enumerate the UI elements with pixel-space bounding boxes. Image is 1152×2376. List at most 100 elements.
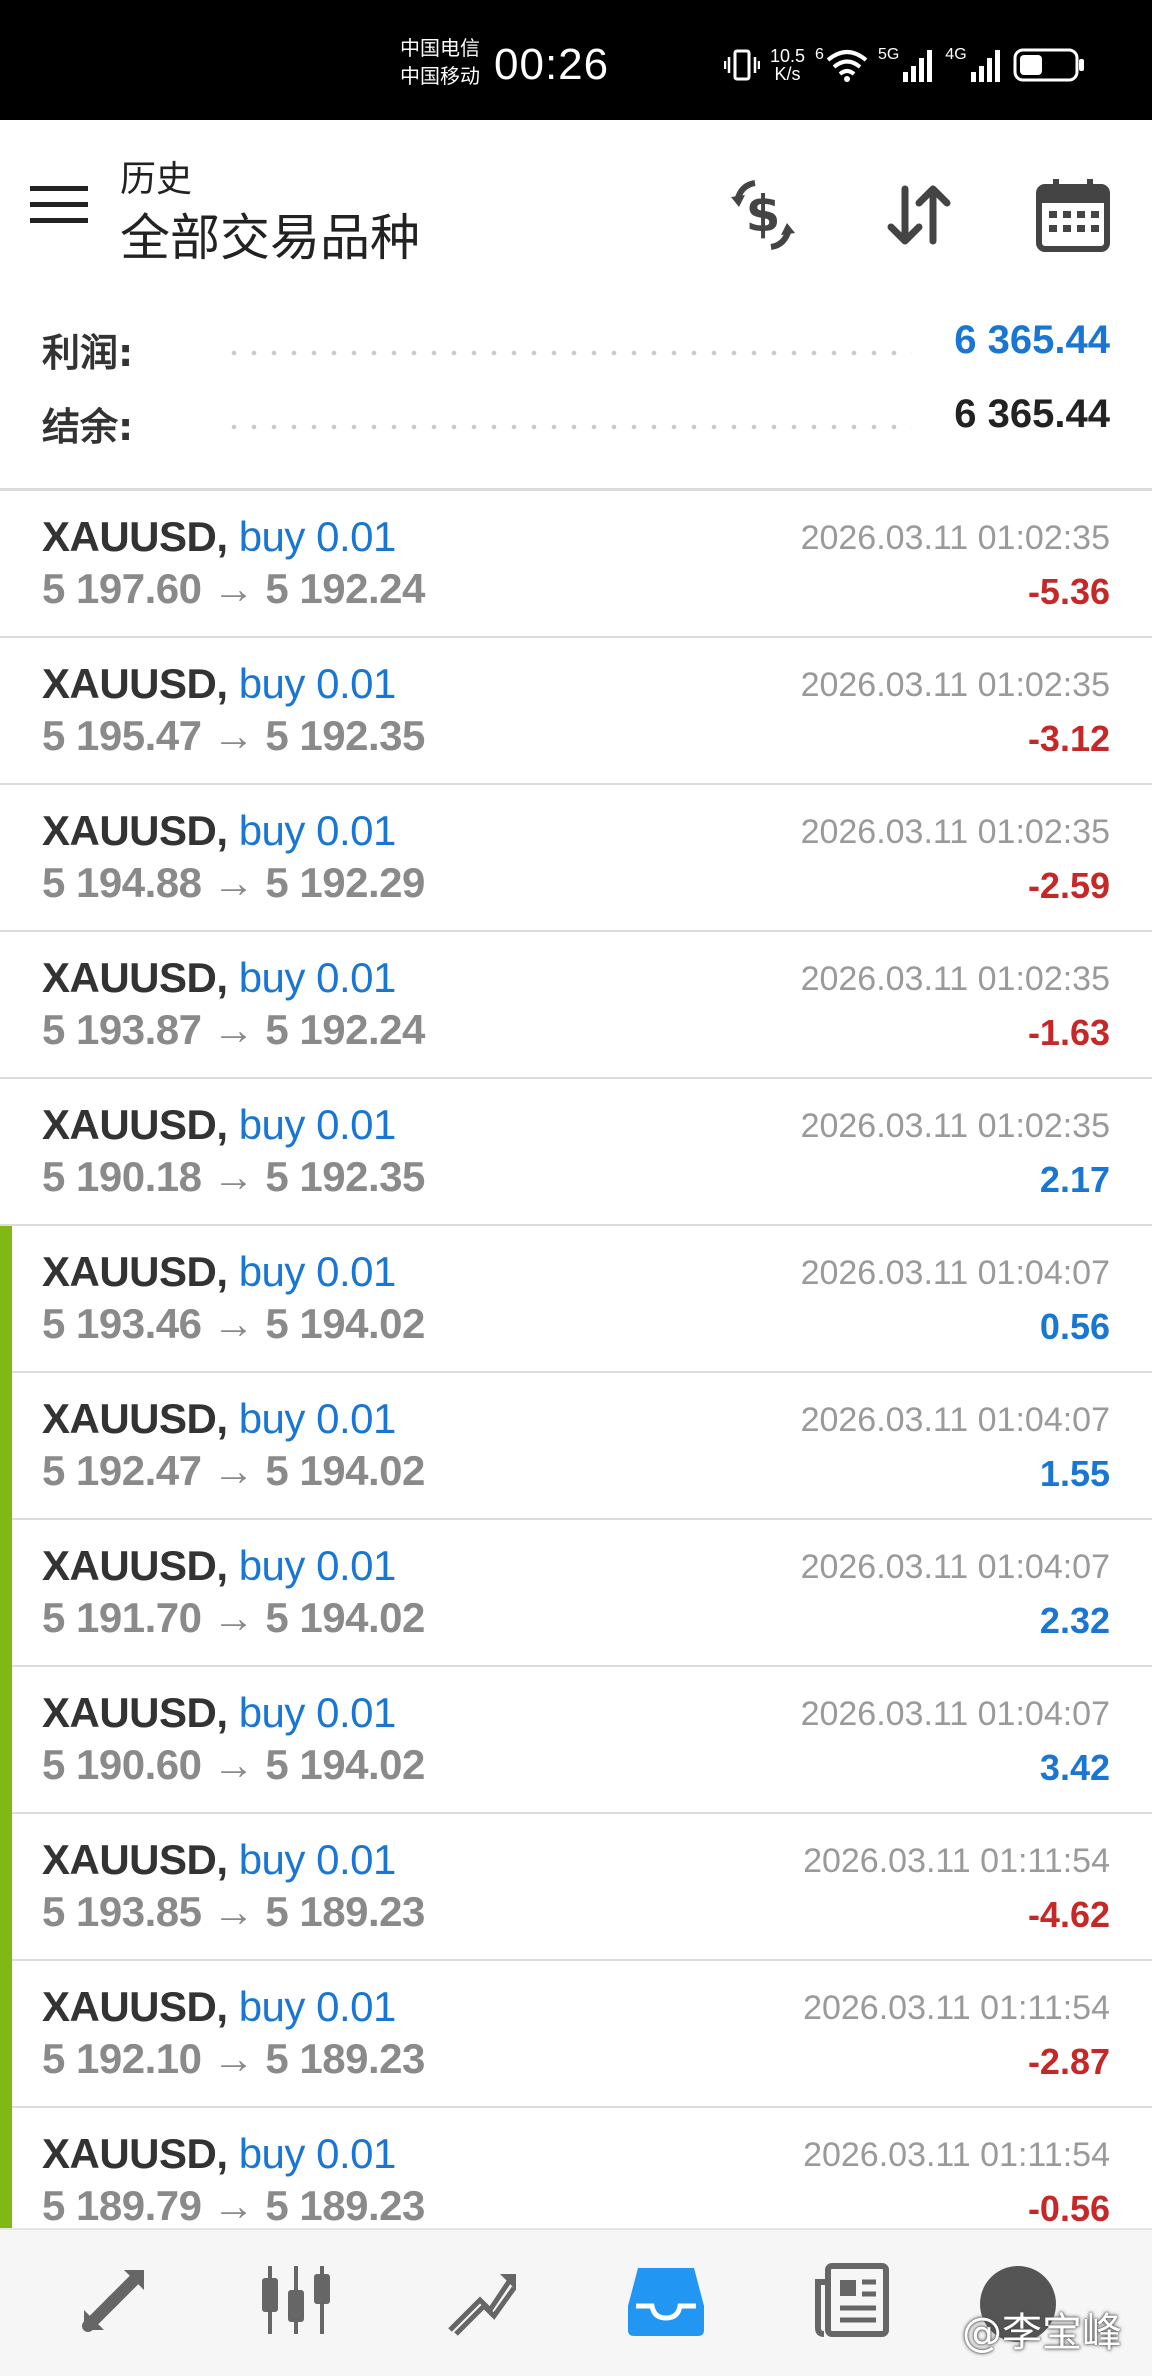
close-price: 5 189.23 — [265, 1888, 425, 1935]
signal-1-icon — [903, 50, 933, 82]
symbol-text: XAUUSD, — [42, 1983, 228, 2030]
trade-profit: -1.63 — [1027, 1012, 1110, 1053]
balance-label: 结余: — [42, 405, 134, 449]
symbol-text: XAUUSD, — [42, 1395, 228, 1442]
trade-time: 2026.03.11 01:04:07 — [800, 1254, 1110, 1292]
chart-icon — [262, 2266, 330, 2334]
trade-side: buy 0.01 — [238, 660, 397, 707]
trade-side: buy 0.01 — [238, 513, 397, 560]
profit-value: 6 365.44 — [954, 318, 1110, 362]
open-price: 5 192.47 — [42, 1447, 202, 1494]
status-icons: 10.5 K/s 6 5G 4G — [724, 42, 1087, 88]
signal-1-label: 5G — [877, 46, 900, 63]
trade-profit: 0.56 — [1039, 1306, 1110, 1347]
dotted-leader — [224, 424, 912, 430]
close-price: 5 192.35 — [265, 712, 425, 759]
trade-time: 2026.03.11 01:11:54 — [803, 2136, 1110, 2174]
calendar-icon — [1036, 179, 1110, 252]
trade-symbol: XAUUSD, buy 0.01 — [42, 2130, 396, 2178]
trade-prices: 5 193.87 → 5 192.24 — [42, 1006, 425, 1053]
symbol-text: XAUUSD, — [42, 954, 228, 1001]
hamburger-menu-icon[interactable] — [30, 186, 88, 226]
carrier-info: 中国电信 中国移动 — [400, 34, 480, 90]
nav-news[interactable] — [802, 2250, 902, 2350]
close-price: 5 192.24 — [265, 1006, 425, 1053]
profit-row: 利润: 6 365.44 — [0, 312, 1152, 382]
trade-row[interactable]: XAUUSD, buy 0.01 5 197.60 → 5 192.24 202… — [0, 491, 1152, 638]
vibrate-icon — [724, 49, 760, 81]
trade-time: 2026.03.11 01:11:54 — [803, 1842, 1110, 1880]
trade-symbol: XAUUSD, buy 0.01 — [42, 660, 396, 708]
nav-trade[interactable] — [430, 2250, 530, 2350]
open-price: 5 193.85 — [42, 1888, 202, 1935]
trade-symbol: XAUUSD, buy 0.01 — [42, 1689, 396, 1737]
trade-time: 2026.03.11 01:02:35 — [800, 666, 1110, 704]
symbol-text: XAUUSD, — [42, 807, 228, 854]
close-price: 5 189.23 — [265, 2035, 425, 2082]
trade-row[interactable]: XAUUSD, buy 0.01 5 195.47 → 5 192.35 202… — [0, 638, 1152, 785]
trade-history-list[interactable]: XAUUSD, buy 0.01 5 197.60 → 5 192.24 202… — [0, 491, 1152, 2228]
nav-chart[interactable] — [246, 2250, 346, 2350]
trade-side: buy 0.01 — [238, 1542, 397, 1589]
history-icon — [628, 2268, 704, 2336]
trade-row[interactable]: XAUUSD, buy 0.01 5 193.46 → 5 194.02 202… — [0, 1226, 1152, 1373]
news-icon — [815, 2263, 889, 2337]
trade-symbol: XAUUSD, buy 0.01 — [42, 1542, 396, 1590]
quotes-icon — [82, 2269, 145, 2332]
close-price: 5 192.24 — [265, 565, 425, 612]
nav-history[interactable] — [616, 2250, 716, 2350]
trade-row[interactable]: XAUUSD, buy 0.01 5 192.47 → 5 194.02 202… — [0, 1373, 1152, 1520]
battery-icon — [1013, 48, 1084, 82]
trade-time: 2026.03.11 01:02:35 — [800, 519, 1110, 557]
trade-profit: -2.87 — [1027, 2041, 1110, 2082]
calendar-button[interactable] — [1018, 160, 1128, 270]
trade-prices: 5 197.60 → 5 192.24 — [42, 565, 425, 612]
trade-profit: -4.62 — [1027, 1894, 1110, 1935]
symbol-text: XAUUSD, — [42, 2130, 228, 2177]
trade-profit: -0.56 — [1027, 2188, 1110, 2228]
currency-exchange-icon: $ — [731, 180, 795, 250]
app-header: 历史 全部交易品种 $ — [0, 120, 1152, 288]
trade-row[interactable]: XAUUSD, buy 0.01 5 190.60 → 5 194.02 202… — [0, 1667, 1152, 1814]
trade-row[interactable]: XAUUSD, buy 0.01 5 190.18 → 5 192.35 202… — [0, 1079, 1152, 1226]
trade-prices: 5 190.60 → 5 194.02 — [42, 1741, 425, 1788]
trade-prices: 5 189.79 → 5 189.23 — [42, 2182, 425, 2228]
trade-side: buy 0.01 — [238, 807, 397, 854]
open-price: 5 193.87 — [42, 1006, 202, 1053]
trade-side: buy 0.01 — [238, 2130, 397, 2177]
close-price: 5 194.02 — [265, 1300, 425, 1347]
profit-label: 利润: — [42, 331, 134, 375]
symbol-text: XAUUSD, — [42, 1101, 228, 1148]
trade-side: buy 0.01 — [238, 1983, 397, 2030]
trade-symbol: XAUUSD, buy 0.01 — [42, 513, 396, 561]
nav-quotes[interactable] — [64, 2250, 164, 2350]
close-price: 5 194.02 — [265, 1741, 425, 1788]
trade-time: 2026.03.11 01:02:35 — [800, 813, 1110, 851]
trade-row[interactable]: XAUUSD, buy 0.01 5 192.10 → 5 189.23 202… — [0, 1961, 1152, 2108]
trade-row[interactable]: XAUUSD, buy 0.01 5 193.87 → 5 192.24 202… — [0, 932, 1152, 1079]
trade-symbol: XAUUSD, buy 0.01 — [42, 1101, 396, 1149]
carrier-2: 中国移动 — [400, 64, 480, 88]
trade-icon — [448, 2274, 517, 2336]
trade-prices: 5 193.85 → 5 189.23 — [42, 1888, 425, 1935]
trade-prices: 5 193.46 → 5 194.02 — [42, 1300, 425, 1347]
open-price: 5 197.60 — [42, 565, 202, 612]
trade-row[interactable]: XAUUSD, buy 0.01 5 194.88 → 5 192.29 202… — [0, 785, 1152, 932]
trade-side: buy 0.01 — [238, 1689, 397, 1736]
trade-row[interactable]: XAUUSD, buy 0.01 5 193.85 → 5 189.23 202… — [0, 1814, 1152, 1961]
page-title[interactable]: 全部交易品种 — [120, 198, 420, 270]
trade-profit: 2.32 — [1039, 1600, 1110, 1641]
trade-time: 2026.03.11 01:04:07 — [800, 1548, 1110, 1586]
close-price: 5 189.23 — [265, 2182, 425, 2228]
sort-button[interactable] — [864, 160, 974, 270]
watermark-text: @李宝峰 — [962, 2310, 1122, 2356]
trade-prices: 5 192.47 → 5 194.02 — [42, 1447, 425, 1494]
trade-row[interactable]: XAUUSD, buy 0.01 5 189.79 → 5 189.23 202… — [0, 2108, 1152, 2228]
trade-row[interactable]: XAUUSD, buy 0.01 5 191.70 → 5 194.02 202… — [0, 1520, 1152, 1667]
currency-exchange-button[interactable]: $ — [708, 160, 818, 270]
balance-row: 结余: 6 365.44 — [0, 386, 1152, 456]
symbol-text: XAUUSD, — [42, 513, 228, 560]
bottom-navigation: @李宝峰 — [0, 2228, 1152, 2376]
dotted-leader — [224, 350, 912, 356]
symbol-text: XAUUSD, — [42, 1689, 228, 1736]
